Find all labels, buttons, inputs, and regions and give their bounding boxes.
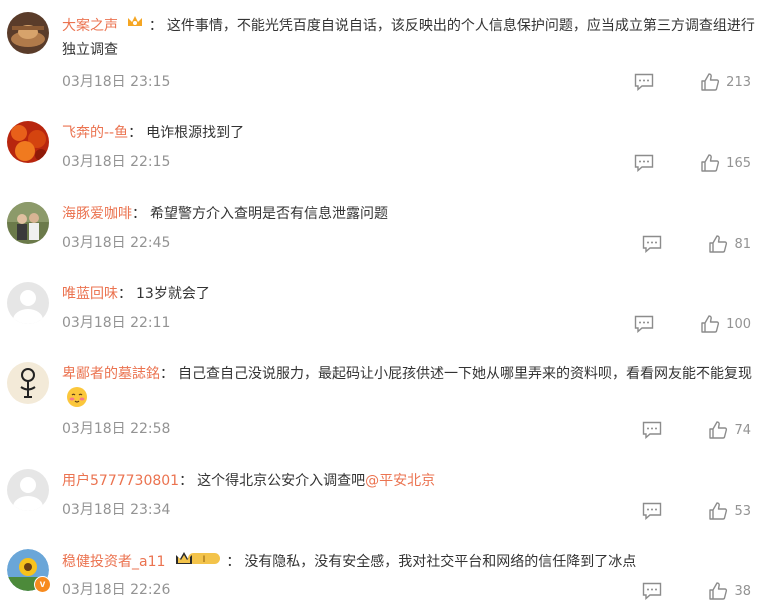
comment-body: 用户5777730801： 这个得北京公安介入调查吧@平安北京 <box>62 473 436 489</box>
comment-icon[interactable] <box>634 154 654 172</box>
comment-icon[interactable] <box>634 73 654 91</box>
comment-body: 海豚爱咖啡： 希望警方介入查明是否有信息泄露问题 <box>62 206 388 222</box>
thumbs-up-icon <box>701 73 720 91</box>
like-button[interactable]: 81 <box>708 234 751 254</box>
like-button[interactable]: 213 <box>700 72 751 92</box>
comment-item: 大案之声 ：这件事情，不能光凭百度自说自话，该反映出的个人信息保护问题，应当成立… <box>0 0 771 105</box>
like-count: 165 <box>726 155 751 171</box>
comment-actions: 81 <box>642 234 751 254</box>
avatar-image <box>7 202 49 244</box>
comment-text: 这个得北京公安介入调查吧 <box>197 473 366 489</box>
avatar[interactable]: v <box>7 549 51 593</box>
like-count: 38 <box>734 583 751 599</box>
comment-item: 用户5777730801： 这个得北京公安介入调查吧@平安北京 03月18日 23… <box>0 455 771 535</box>
comment-icon[interactable] <box>642 582 662 600</box>
comment-text: 自己查自己没说服力，最起码让小屁孩供述一下她从哪里弄来的资料呗，看看网友能不能复… <box>178 366 752 382</box>
comment-date: 03月18日 22:26 <box>62 582 171 598</box>
username[interactable]: 大案之声 <box>62 18 118 34</box>
like-count: 100 <box>726 316 751 332</box>
comment-icon[interactable] <box>642 502 662 520</box>
svg-text:I: I <box>203 554 206 564</box>
verified-badge-icon: v <box>34 576 51 593</box>
thumbs-up-icon <box>701 315 720 333</box>
thumbs-up-icon <box>709 582 728 600</box>
like-count: 53 <box>734 503 751 519</box>
like-button[interactable]: 38 <box>708 581 751 601</box>
username[interactable]: 海豚爱咖啡 <box>62 206 132 222</box>
comment-body: 稳健投资者_a11 I ：没有隐私，没有安全感，我对社交平台和网络的信任降到了冰… <box>62 549 759 575</box>
comment-icon[interactable] <box>642 421 662 439</box>
comment-body: 唯蓝回味： 13岁就会了 <box>62 286 210 302</box>
thumbs-up-icon <box>709 502 728 520</box>
avatar[interactable] <box>7 121 49 163</box>
like-button[interactable]: 165 <box>700 153 751 173</box>
avatar-image <box>7 12 49 54</box>
comment-icon[interactable] <box>642 235 662 253</box>
comment-actions: 213 <box>634 72 751 92</box>
avatar[interactable] <box>7 282 49 324</box>
crown-badge-icon <box>126 14 144 38</box>
like-button[interactable]: 53 <box>708 501 751 521</box>
avatar-image <box>7 121 49 163</box>
avatar[interactable] <box>7 12 49 54</box>
like-count: 213 <box>726 74 751 90</box>
comment-actions: 100 <box>634 314 751 334</box>
comment-text: 这件事情，不能光凭百度自说自话，该反映出的个人信息保护问题，应当成立第三方调查组… <box>62 18 755 58</box>
comment-actions: 53 <box>642 501 751 521</box>
thumbs-up-icon <box>709 421 728 439</box>
comment-body: 飞奔的--鱼： 电诈根源找到了 <box>62 125 245 141</box>
comment-item: 卑鄙者的墓誌銘： 自己查自己没说服力，最起码让小屁孩供述一下她从哪里弄来的资料呗，… <box>0 348 771 455</box>
like-button[interactable]: 100 <box>700 314 751 334</box>
username[interactable]: 唯蓝回味 <box>62 286 118 302</box>
comment-date: 03月18日 23:15 <box>62 74 171 90</box>
comment-date: 03月18日 22:45 <box>62 235 171 251</box>
username[interactable]: 飞奔的--鱼 <box>62 125 128 141</box>
comment-body: 卑鄙者的墓誌銘： 自己查自己没说服力，最起码让小屁孩供述一下她从哪里弄来的资料呗，… <box>62 362 759 416</box>
thumbs-up-icon <box>701 154 720 172</box>
comment-item: 飞奔的--鱼： 电诈根源找到了 03月18日 22:15 165 <box>0 105 771 188</box>
comment-text: 电诈根源找到了 <box>146 125 245 141</box>
like-button[interactable]: 74 <box>708 420 751 440</box>
like-count: 74 <box>734 422 751 438</box>
comment-text: 没有隐私，没有安全感，我对社交平台和网络的信任降到了冰点 <box>244 554 637 570</box>
comment-item: 唯蓝回味： 13岁就会了 03月18日 22:11 100 <box>0 268 771 348</box>
default-user-icon <box>7 469 49 511</box>
comment-actions: 38 <box>642 581 751 601</box>
comment-item: 海豚爱咖啡： 希望警方介入查明是否有信息泄露问题 03月18日 22:45 81 <box>0 188 771 268</box>
avatar[interactable] <box>7 362 49 404</box>
comment-date: 03月18日 22:58 <box>62 421 171 437</box>
mention-link[interactable]: @平安北京 <box>365 473 435 489</box>
username[interactable]: 卑鄙者的墓誌銘 <box>62 366 160 382</box>
comment-actions: 165 <box>634 153 751 173</box>
comment-body: 大案之声 ：这件事情，不能光凭百度自说自话，该反映出的个人信息保护问题，应当成立… <box>62 14 759 62</box>
comment-date: 03月18日 23:34 <box>62 502 171 518</box>
thumbs-up-icon <box>709 235 728 253</box>
default-user-icon <box>7 282 49 324</box>
comment-icon[interactable] <box>634 315 654 333</box>
comment-text: 13岁就会了 <box>136 286 210 302</box>
blush-emoji-icon <box>66 386 88 416</box>
username[interactable]: 稳健投资者_a11 <box>62 554 165 570</box>
comment-text: 希望警方介入查明是否有信息泄露问题 <box>150 206 388 222</box>
avatar[interactable] <box>7 202 49 244</box>
like-count: 81 <box>734 236 751 252</box>
comment-item: v 稳健投资者_a11 I ：没有隐私，没有安全感，我对社交平台和网络的信任降到… <box>0 535 771 604</box>
avatar-image <box>7 362 49 404</box>
comment-date: 03月18日 22:15 <box>62 154 171 170</box>
comment-date: 03月18日 22:11 <box>62 315 171 331</box>
username[interactable]: 用户5777730801 <box>62 473 179 489</box>
comment-actions: 74 <box>642 420 751 440</box>
avatar[interactable] <box>7 469 49 511</box>
crown-badge-icon: I <box>174 549 222 575</box>
